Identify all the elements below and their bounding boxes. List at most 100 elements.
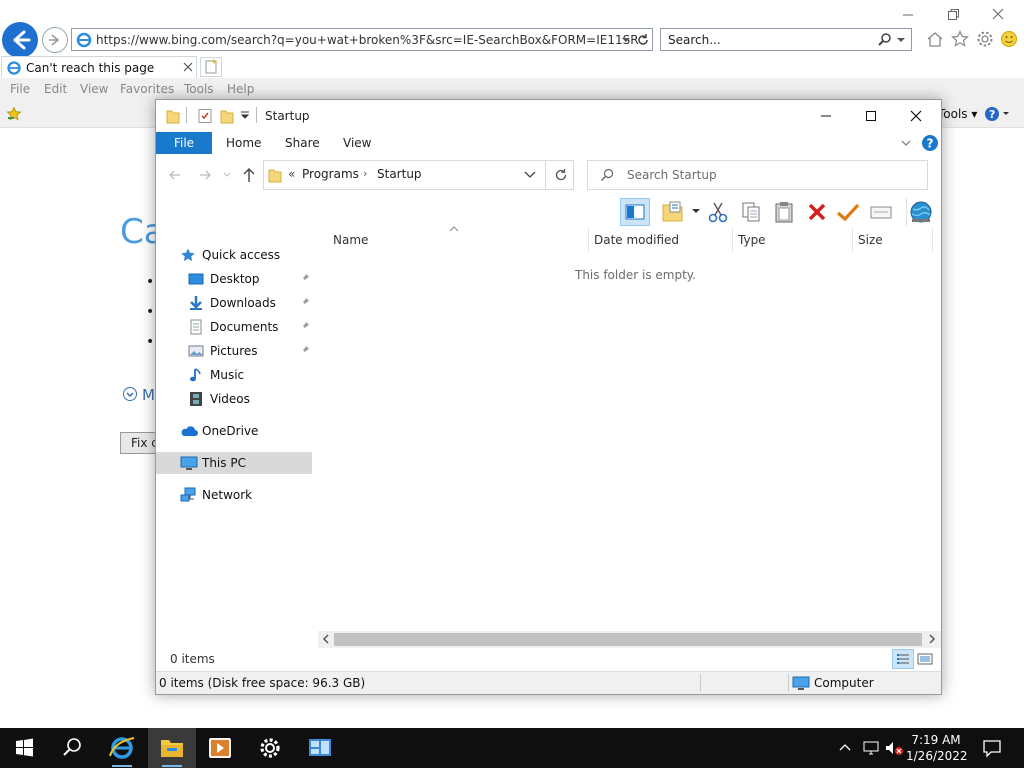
nav-forward-icon[interactable]: [198, 168, 212, 182]
menu-file[interactable]: File: [10, 82, 30, 96]
nav-network[interactable]: Network: [180, 484, 318, 506]
explorer-search-box[interactable]: Search Startup: [587, 160, 928, 190]
back-button[interactable]: [2, 22, 38, 58]
large-icons-view-button[interactable]: [916, 651, 934, 667]
column-separator[interactable]: [932, 228, 933, 252]
pin-icon[interactable]: [300, 297, 310, 307]
new-item-icon[interactable]: [661, 199, 685, 225]
scrollbar-thumb[interactable]: [334, 633, 922, 646]
new-tab-button[interactable]: [200, 57, 222, 77]
menu-favorites[interactable]: Favorites: [120, 82, 174, 96]
nav-music[interactable]: Music: [188, 364, 318, 386]
taskbar-internet-explorer[interactable]: [98, 728, 146, 768]
network-tray-icon[interactable]: [862, 739, 880, 757]
refresh-icon[interactable]: [554, 168, 568, 182]
volume-muted-icon[interactable]: [884, 739, 904, 757]
tab-close-icon[interactable]: [182, 61, 194, 73]
tab-home[interactable]: Home: [226, 136, 261, 150]
dropdown-arrow-icon[interactable]: [620, 33, 632, 47]
refresh-icon[interactable]: [635, 32, 651, 48]
browser-search-box[interactable]: Search...: [660, 28, 912, 51]
nav-documents[interactable]: Documents: [188, 316, 318, 338]
recent-locations-icon[interactable]: [222, 170, 232, 180]
start-button[interactable]: [0, 728, 48, 768]
breadcrumb-chevron-icon[interactable]: ›: [363, 167, 367, 180]
fix-connection-button[interactable]: Fix c: [120, 432, 160, 454]
smiley-feedback-icon[interactable]: [1000, 30, 1018, 48]
help-icon[interactable]: ?: [984, 105, 1012, 123]
copy-icon[interactable]: [740, 200, 762, 224]
pin-icon[interactable]: [300, 321, 310, 331]
menu-view[interactable]: View: [80, 82, 108, 96]
new-folder-qat-icon[interactable]: [220, 108, 234, 124]
close-icon[interactable]: [990, 6, 1006, 22]
help-icon[interactable]: ?: [921, 134, 939, 152]
home-icon[interactable]: [926, 30, 944, 48]
clock[interactable]: 7:19 AM 1/26/2022: [906, 732, 968, 764]
taskbar-file-explorer[interactable]: [148, 728, 196, 768]
forward-button[interactable]: [42, 27, 68, 53]
rename-checkmark-icon[interactable]: [836, 201, 860, 223]
nav-downloads[interactable]: Downloads: [188, 292, 318, 314]
pin-icon[interactable]: [300, 345, 310, 355]
maximize-icon[interactable]: [863, 108, 879, 124]
tab-file[interactable]: File: [156, 132, 212, 154]
up-arrow-icon[interactable]: [242, 167, 256, 183]
qat-customize-icon[interactable]: [240, 110, 250, 122]
new-item-dropdown-icon[interactable]: [691, 208, 701, 216]
column-date-modified[interactable]: Date modified: [594, 233, 679, 247]
notifications-icon[interactable]: [982, 738, 1002, 758]
menu-edit[interactable]: Edit: [44, 82, 67, 96]
nav-back-icon[interactable]: [168, 168, 182, 182]
address-history-dropdown-icon[interactable]: [524, 170, 536, 180]
search-icon[interactable]: [877, 32, 893, 48]
search-button[interactable]: [48, 728, 96, 768]
tab-current[interactable]: Can't reach this page: [1, 56, 197, 78]
minimize-icon[interactable]: [818, 108, 834, 124]
nav-this-pc[interactable]: This PC: [156, 452, 312, 474]
nav-quick-access[interactable]: Quick access: [180, 244, 318, 266]
pin-icon[interactable]: [300, 273, 310, 283]
delete-icon[interactable]: [806, 201, 828, 223]
menu-help[interactable]: Help: [227, 82, 254, 96]
ribbon-expand-chevron-icon[interactable]: [900, 137, 912, 149]
restore-icon[interactable]: [945, 6, 961, 22]
column-separator[interactable]: [852, 228, 853, 252]
close-icon[interactable]: [908, 108, 924, 124]
preview-pane-button[interactable]: [620, 198, 650, 226]
breadcrumb-programs[interactable]: Programs: [302, 167, 359, 181]
column-separator[interactable]: [732, 228, 733, 252]
favorites-add-icon[interactable]: [6, 106, 22, 122]
details-view-button[interactable]: [892, 649, 914, 669]
nav-videos[interactable]: Videos: [188, 388, 318, 410]
paste-icon[interactable]: [773, 200, 795, 224]
nav-desktop[interactable]: Desktop: [188, 268, 318, 290]
column-size[interactable]: Size: [858, 233, 883, 247]
scroll-left-icon[interactable]: [321, 634, 331, 644]
gear-icon[interactable]: [976, 30, 994, 48]
scroll-right-icon[interactable]: [927, 634, 937, 644]
nav-pictures[interactable]: Pictures: [188, 340, 318, 362]
taskbar-media-app[interactable]: [196, 728, 244, 768]
horizontal-scrollbar[interactable]: [318, 631, 941, 648]
nav-onedrive[interactable]: OneDrive: [180, 420, 318, 442]
column-type[interactable]: Type: [738, 233, 766, 247]
explorer-address-bar[interactable]: « Programs › Startup: [263, 160, 574, 190]
tab-view[interactable]: View: [343, 136, 371, 150]
minimize-icon[interactable]: [900, 6, 916, 22]
column-separator[interactable]: [588, 228, 589, 252]
menu-tools[interactable]: Tools: [184, 82, 214, 96]
more-info-link[interactable]: M: [142, 386, 155, 404]
breadcrumb-overflow[interactable]: «: [288, 167, 295, 181]
search-dropdown-icon[interactable]: [895, 33, 907, 47]
tools-menu-button[interactable]: Tools ▾: [938, 107, 977, 121]
breadcrumb-startup[interactable]: Startup: [377, 167, 422, 181]
show-hidden-icons-chevron[interactable]: [838, 740, 852, 754]
properties-icon[interactable]: [869, 202, 893, 222]
network-globe-icon[interactable]: [908, 200, 934, 224]
cut-icon[interactable]: [707, 200, 729, 224]
tab-share[interactable]: Share: [285, 136, 320, 150]
properties-qat-icon[interactable]: [198, 108, 212, 124]
taskbar-settings[interactable]: [246, 728, 294, 768]
column-name[interactable]: Name: [333, 233, 368, 247]
